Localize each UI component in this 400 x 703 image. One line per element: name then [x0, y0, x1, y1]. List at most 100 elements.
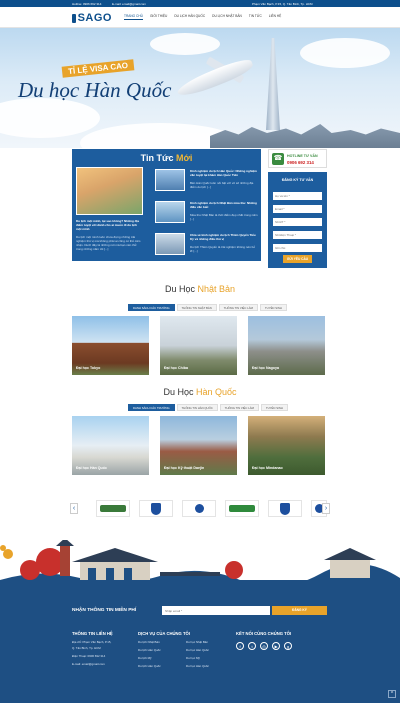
logo-mark-icon — [72, 13, 76, 23]
phone-icon: ☎ — [272, 153, 284, 165]
twitter-icon[interactable]: t — [248, 642, 256, 650]
submit-request-button[interactable]: GỬI YÊU CẦU — [283, 255, 312, 263]
tab-japan-jobs[interactable]: THÔNG TIN VIỆC LÀM — [218, 304, 258, 311]
youtube-icon[interactable]: ▶ — [272, 642, 280, 650]
site-logo[interactable]: SAGO — [72, 11, 112, 25]
topbar-hotline: Hotline: 0906 692 314 — [72, 2, 102, 6]
service-link[interactable]: Du lịch Nhật Bản — [138, 640, 160, 644]
note-field[interactable] — [273, 244, 322, 252]
news-title: Tin Tức Mới — [72, 153, 261, 163]
partners-next-arrow[interactable]: › — [322, 503, 330, 514]
service-link[interactable]: Du học Mỹ — [186, 656, 200, 660]
service-link[interactable]: Du học Nhật Bản — [186, 640, 208, 644]
contact-line: Địa chỉ: Phạm Văn Bạch, P.15, — [72, 640, 112, 644]
news-item-excerpt: Du lịch Thiên Quyển là trải nghiệm không… — [190, 245, 255, 253]
logo-text: SAGO — [77, 12, 112, 24]
facebook-icon[interactable]: f — [236, 642, 244, 650]
email-field[interactable] — [273, 205, 322, 213]
service-link[interactable]: Du lịch Mỹ — [138, 656, 152, 660]
japan-title-plain: Du Học — [164, 284, 198, 294]
tab-korea-jobs[interactable]: THÔNG TIN VIỆC LÀM — [219, 404, 259, 411]
phone-field[interactable] — [273, 218, 322, 226]
cloud-shape — [0, 98, 100, 138]
korea-school-name: Đại học Kỹ thuật Daejin — [164, 466, 205, 470]
contact-line[interactable]: E-mail: email@gmail.com — [72, 662, 105, 666]
nav-item-korea-travel[interactable]: DU LỊCH HÀN QUỐC — [174, 14, 205, 20]
japan-title-highlight: Nhật Bản — [197, 284, 236, 294]
featured-news-title[interactable]: Du lịch một mình, tại sao không? Những đ… — [76, 219, 143, 231]
news-item-image[interactable] — [155, 169, 185, 191]
korea-school-card[interactable]: Đại học Hàn Quốc — [72, 416, 149, 475]
partner-logo[interactable] — [268, 500, 302, 517]
service-link[interactable]: Du học Hàn Quốc — [186, 664, 209, 668]
subscribe-button[interactable]: ĐĂNG KÝ — [272, 606, 327, 615]
korea-title-plain: Du Học — [163, 387, 196, 397]
partner-logo[interactable] — [96, 500, 130, 517]
nav-item-japan-travel[interactable]: DU LỊCH NHẬT BẢN — [212, 14, 242, 20]
news-item-excerpt: Bên Hàn Quốc luôn nổi bật với vô số nhữn… — [190, 181, 254, 189]
subscribe-email-input[interactable] — [162, 606, 270, 615]
news-item-image[interactable] — [155, 233, 185, 255]
partners-prev-arrow[interactable]: ‹ — [70, 503, 78, 514]
featured-news-excerpt: Du lịch một mình luôn chưa đựng những tr… — [76, 235, 141, 251]
partner-logo[interactable] — [225, 500, 259, 517]
partner-logo[interactable] — [139, 500, 173, 517]
japan-school-name: Đại học Nagoya — [252, 366, 279, 370]
japan-school-card[interactable]: Đại học Nagoya — [248, 316, 325, 375]
korea-section-title: Du Học Hàn Quốc — [0, 387, 400, 397]
news-title-plain: Tin Tức — [140, 153, 176, 163]
news-item-title[interactable]: Kinh nghiệm du lịch Hàn Quốc: Những nghi… — [190, 169, 258, 177]
tab-japan-schools[interactable]: DANH SÁCH CÁC TRƯỜNG — [128, 304, 175, 311]
japan-school-card[interactable]: Đại học Chiba — [160, 316, 237, 375]
hotline-box[interactable]: ☎ HOTLINE TƯ VẤN 0906 692 314 — [268, 149, 327, 168]
japan-tabs: DANH SÁCH CÁC TRƯỜNG THÔNG TIN NHẬT BẢN … — [128, 304, 287, 311]
japan-school-card[interactable]: Đại học Tokyo — [72, 316, 149, 375]
korea-school-card[interactable]: Đại học Mindanao — [248, 416, 325, 475]
japan-school-name: Đại học Tokyo — [76, 366, 101, 370]
nav-item-contact[interactable]: LIÊN HỆ — [269, 14, 281, 20]
korea-tabs: DANH SÁCH CÁC TRƯỜNG THÔNG TIN HÀN QUỐC … — [128, 404, 288, 411]
contact-line[interactable]: Điện Thoại: 0906 692 314 — [72, 654, 105, 658]
tab-korea-admission[interactable]: TUYỂN SINH — [260, 404, 288, 411]
topbar-email[interactable]: E-mail: email@gmail.com — [112, 2, 146, 6]
googleplus-icon[interactable]: g — [284, 642, 292, 650]
nav-links: TRANG CHỦ GIỚI THIỆU DU LỊCH HÀN QUỐC DU… — [124, 14, 281, 20]
subscribe-title: NHẬN THÔNG TIN MIỄN PHÍ — [72, 608, 137, 613]
news-item-image[interactable] — [155, 201, 185, 223]
hotline-number[interactable]: 0906 692 314 — [287, 160, 314, 165]
news-panel: Tin Tức Mới Du lịch một mình, tại sao kh… — [72, 149, 261, 261]
tab-korea-info[interactable]: THÔNG TIN HÀN QUỐC — [176, 404, 218, 411]
nav-item-home[interactable]: TRANG CHỦ — [124, 14, 143, 20]
service-link[interactable]: Du học Hàn Quốc — [186, 648, 209, 652]
tab-korea-schools[interactable]: DANH SÁCH CÁC TRƯỜNG — [128, 404, 175, 411]
korea-school-name: Đại học Hàn Quốc — [76, 466, 107, 470]
cloud-shape — [300, 38, 390, 68]
tab-japan-info[interactable]: THÔNG TIN NHẬT BẢN — [176, 304, 217, 311]
topbar-address: Phạm Văn Bạch, P.15, Q. Tân Bình, Tp. HC… — [252, 2, 313, 6]
news-title-highlight: Mới — [175, 153, 193, 163]
nav-item-news[interactable]: TIN TỨC — [249, 14, 262, 20]
contact-line: Q. Tân Bình, Tp. HCM — [72, 646, 101, 650]
service-link[interactable]: Du lịch Hàn Quốc — [138, 648, 161, 652]
instagram-icon[interactable]: ◎ — [260, 642, 268, 650]
contact-title: THÔNG TIN LIÊN HỆ — [72, 631, 113, 636]
name-field[interactable] — [273, 192, 322, 200]
korea-school-name: Đại học Mindanao — [252, 466, 283, 470]
service-link[interactable]: Du lịch Hàn Quốc — [138, 664, 161, 668]
featured-news-image[interactable] — [76, 167, 143, 215]
consult-form: ĐĂNG KÝ TƯ VẤN — [268, 172, 327, 268]
nav-item-about[interactable]: GIỚI THIỆU — [150, 14, 167, 20]
phone-alt-field[interactable] — [273, 231, 322, 239]
news-item-title[interactable]: Kinh nghiệm du lịch Nhật Bản mùa thu: Nh… — [190, 201, 258, 209]
cloud-shape — [150, 33, 220, 55]
hero-title: Du học Hàn Quốc — [18, 78, 172, 102]
back-to-top-button[interactable]: ^ — [388, 690, 396, 698]
korea-title-highlight: Hàn Quốc — [195, 387, 237, 397]
social-title: KẾT NỐI CÙNG CHÚNG TÔI — [236, 631, 292, 636]
tab-japan-admission[interactable]: TUYỂN SINH — [259, 304, 287, 311]
news-item-title[interactable]: Chia sẻ kinh nghiệm du lịch Thiên Quyển … — [190, 233, 258, 241]
korea-school-card[interactable]: Đại học Kỹ thuật Daejin — [160, 416, 237, 475]
partner-logo[interactable] — [182, 500, 216, 517]
top-bar: Hotline: 0906 692 314 E-mail: email@gmai… — [0, 0, 400, 7]
services-title: DỊCH VỤ CỦA CHÚNG TÔI — [138, 631, 190, 636]
